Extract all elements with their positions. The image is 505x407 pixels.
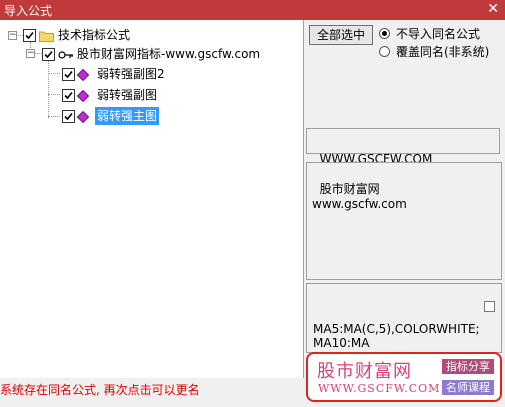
radio-label-no-import[interactable]: 不导入同名公式: [396, 25, 480, 42]
description-text: 股市财富网 www.gscfw.com: [312, 182, 407, 211]
radio-overwrite[interactable]: [379, 46, 390, 57]
checkbox-root[interactable]: [23, 29, 36, 42]
title-bar: 导入公式 ✕: [0, 0, 505, 20]
tree-label-item: 弱转强副图2: [97, 67, 165, 81]
tree-item-selected[interactable]: 弱转强主图: [60, 107, 200, 125]
status-message: 系统存在同名公式, 再次点击可以更名: [0, 383, 200, 397]
wrap-checkbox[interactable]: [484, 301, 495, 312]
description-panel[interactable]: 股市财富网 www.gscfw.com: [306, 162, 502, 280]
checkbox-item[interactable]: [62, 89, 75, 102]
tree-item[interactable]: 弱转强副图2: [60, 65, 200, 83]
logo-tag-course: 名师课程: [442, 380, 494, 395]
close-icon[interactable]: ✕: [487, 1, 499, 17]
watermark-logo: 股市财富网 WWW.GSCFW.COM 指标分享 名师课程: [306, 352, 502, 402]
checkbox-item[interactable]: [62, 110, 75, 123]
collapse-icon[interactable]: −: [26, 49, 35, 58]
key-icon: [58, 48, 74, 60]
code-text: MA5:MA(C,5),COLORWHITE; MA10:MA: [313, 322, 480, 350]
formula-tree[interactable]: − 技术指标公式 − 股市财富网指标-www.gscfw.com 弱转强副图2: [0, 20, 304, 378]
url-field: WWW.GSCFW.COM: [306, 128, 500, 166]
formula-diamond-icon: [76, 89, 90, 103]
code-panel[interactable]: MA5:MA(C,5),COLORWHITE; MA10:MA: [306, 283, 502, 353]
tree-node-root[interactable]: − 技术指标公式: [6, 26, 186, 44]
logo-url: WWW.GSCFW.COM: [318, 382, 441, 395]
tree-label-item: 弱转强主图: [95, 107, 160, 125]
tree-label-root: 技术指标公式: [58, 28, 131, 42]
formula-diamond-icon: [76, 110, 90, 124]
radio-no-import[interactable]: [379, 28, 390, 39]
collapse-icon[interactable]: −: [8, 31, 17, 40]
logo-tag-share: 指标分享: [442, 359, 494, 374]
logo-name: 股市财富网: [317, 361, 412, 382]
radio-label-overwrite[interactable]: 覆盖同名(非系统): [396, 43, 489, 60]
select-all-button[interactable]: 全部选中: [309, 25, 373, 45]
window-title: 导入公式: [4, 4, 53, 18]
tree-item[interactable]: 弱转强副图: [60, 86, 200, 104]
folder-icon: [39, 29, 54, 42]
formula-diamond-icon: [76, 68, 90, 82]
checkbox-item[interactable]: [62, 68, 75, 81]
tree-label-item: 弱转强副图: [97, 88, 158, 102]
tree-label-group: 股市财富网指标-www.gscfw.com: [77, 47, 261, 61]
checkbox-group[interactable]: [42, 48, 55, 61]
tree-node-group[interactable]: − 股市财富网指标-www.gscfw.com: [24, 45, 294, 63]
